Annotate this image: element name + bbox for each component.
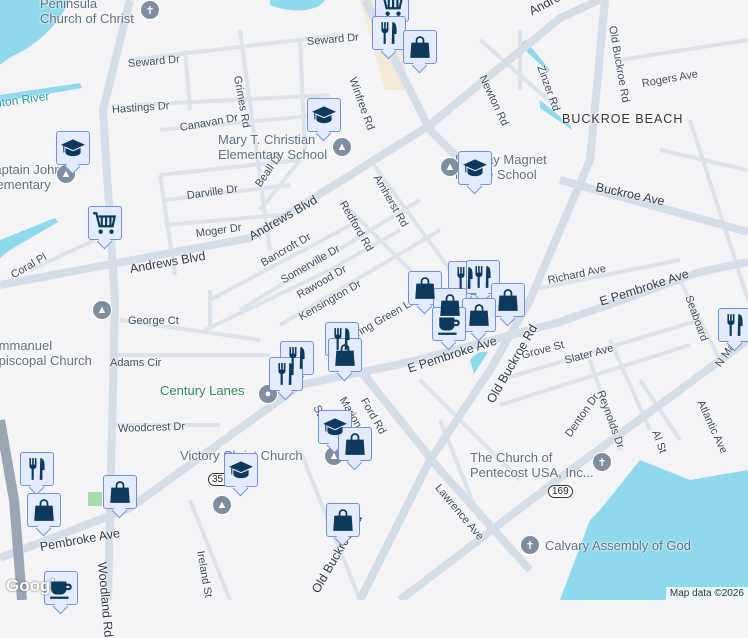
restaurant-marker[interactable] [372,16,406,50]
poi-label[interactable]: Mary T. Christian Elementary School [218,132,327,162]
coffee-icon [436,311,462,337]
shopping-bag-icon [330,507,356,533]
shopping-bag-icon [407,34,433,60]
restaurant-icon [376,20,402,46]
school-marker[interactable] [307,98,341,132]
school-icon [462,155,488,181]
restaurant-icon [24,456,50,482]
coffee-icon [48,575,74,601]
shopping-cart-icon [92,210,118,236]
park [88,492,102,506]
poi-label[interactable]: Calvary Assembly of God [545,538,691,553]
restaurant-marker[interactable] [718,308,748,342]
poi-label[interactable]: The Church of Pentecost USA, Inc... [470,450,594,480]
shopping-bag-icon [342,431,368,457]
street-label: Woodcrest Dr [117,420,186,435]
shopping-bag-marker[interactable] [103,475,137,509]
poi-label[interactable]: Century Lanes [160,383,245,398]
shopping-bag-icon [495,287,521,313]
street-label: Adams Cir [110,357,162,369]
school-icon [228,457,254,483]
shopping-bag-icon [107,479,133,505]
shopping-bag-marker[interactable] [338,427,372,461]
place-pin-icon[interactable]: ▲ [332,137,352,157]
church-pin-icon[interactable]: ✝ [592,452,612,472]
shopping-bag-marker[interactable] [326,503,360,537]
school-marker[interactable] [56,131,90,165]
place-pin-icon[interactable]: ▲ [212,495,232,515]
poi-label[interactable]: Peninsula Church of Christ [40,0,134,26]
restaurant-marker[interactable] [20,452,54,486]
place-pin-icon[interactable]: ▲ [92,300,112,320]
map-attribution[interactable]: Map data ©2026 [665,587,748,600]
school-icon [311,102,337,128]
highway [0,419,27,600]
shopping-bag-marker[interactable] [491,283,525,317]
coffee-marker[interactable] [432,307,466,341]
map-label: BUCKROE BEACH [562,112,684,126]
shopping-cart-marker[interactable] [88,206,122,240]
restaurant-marker[interactable] [269,357,303,391]
restaurant-icon [470,264,496,290]
shopping-bag-marker[interactable] [462,298,496,332]
route-shield: 169 [548,485,573,498]
shopping-bag-icon [332,342,358,368]
shopping-bag-icon [412,275,438,301]
shopping-bag-marker[interactable] [27,493,61,527]
restaurant-icon [273,361,299,387]
poi-label[interactable]: Captain John Elementary [0,162,62,192]
school-marker[interactable] [224,453,258,487]
shopping-bag-icon [466,302,492,328]
street-label: George Ct [128,315,179,327]
shopping-cart-icon [379,0,405,18]
restaurant-icon [722,312,748,338]
shopping-bag-icon [31,497,57,523]
poi-label[interactable]: Emmanuel Episcopal Church [0,338,92,368]
church-pin-icon[interactable]: ✝ [140,0,160,20]
church-pin-icon[interactable]: ✝ [520,535,540,555]
place-pin-icon[interactable]: ▲ [440,157,460,177]
shopping-bag-marker[interactable] [403,30,437,64]
school-marker[interactable] [458,151,492,185]
school-icon [60,135,86,161]
shopping-bag-marker[interactable] [328,338,362,372]
